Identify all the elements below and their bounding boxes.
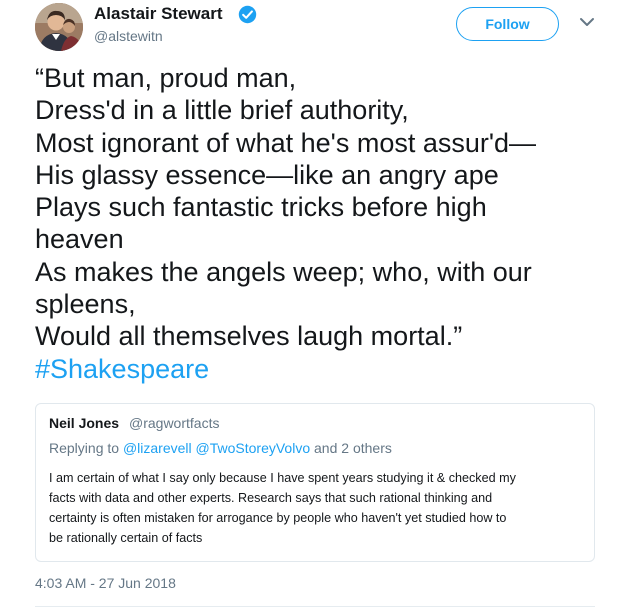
tweet-line: heaven [35, 224, 124, 255]
quoted-author-name: Neil Jones [49, 415, 120, 431]
chevron-down-icon[interactable] [579, 16, 595, 28]
quoted-body-line: be rationally certain of facts [49, 531, 203, 545]
tweet-line: Would all themselves laugh mortal.” [35, 321, 463, 352]
mention-link[interactable]: @lizarevell [123, 440, 192, 456]
follow-button[interactable]: Follow [456, 7, 559, 41]
verified-badge-icon [238, 5, 257, 24]
replying-to: Replying to @lizarevell @TwoStoreyVolvo … [49, 440, 392, 456]
tweet-line: spleens, [35, 289, 136, 320]
tweet-line: “But man, proud man, [35, 63, 297, 93]
tweet-line: His glassy essence—like an angry ape [35, 159, 499, 190]
author-handle[interactable]: @alstewitn [94, 28, 163, 44]
author-name[interactable]: Alastair Stewart [94, 4, 223, 24]
author-avatar[interactable] [35, 3, 83, 51]
quoted-body-line: I am certain of what I say only because … [49, 471, 516, 485]
quoted-author-handle: @ragwortfacts [129, 415, 220, 431]
quoted-body-line: certainty is often mistaken for arroganc… [49, 511, 507, 525]
mention-link[interactable]: @TwoStoreyVolvo [196, 440, 311, 456]
hashtag-link[interactable]: #Shakespeare [35, 353, 595, 385]
quoted-tweet[interactable]: Neil Jones @ragwortfacts Replying to @li… [35, 403, 595, 562]
tweet-line: Plays such fantastic tricks before high [35, 192, 487, 223]
tweet-line: Most ignorant of what he's most assur'd— [35, 127, 537, 158]
quoted-body-line: facts with data and other experts. Resea… [49, 491, 493, 505]
person-photo-avatar-icon [35, 3, 83, 51]
replying-to-suffix: and 2 others [314, 440, 392, 456]
quoted-tweet-body: I am certain of what I say only because … [49, 468, 584, 548]
divider [35, 606, 595, 607]
tweet-line: Dress'd in a little brief authority, [35, 95, 409, 126]
tweet-line: As makes the angels weep; who, with our [35, 256, 532, 287]
tweet-timestamp[interactable]: 4:03 AM - 27 Jun 2018 [35, 575, 176, 591]
tweet-text: “But man, proud man, Dress'd in a little… [35, 62, 595, 385]
replying-to-prefix: Replying to [49, 440, 120, 456]
